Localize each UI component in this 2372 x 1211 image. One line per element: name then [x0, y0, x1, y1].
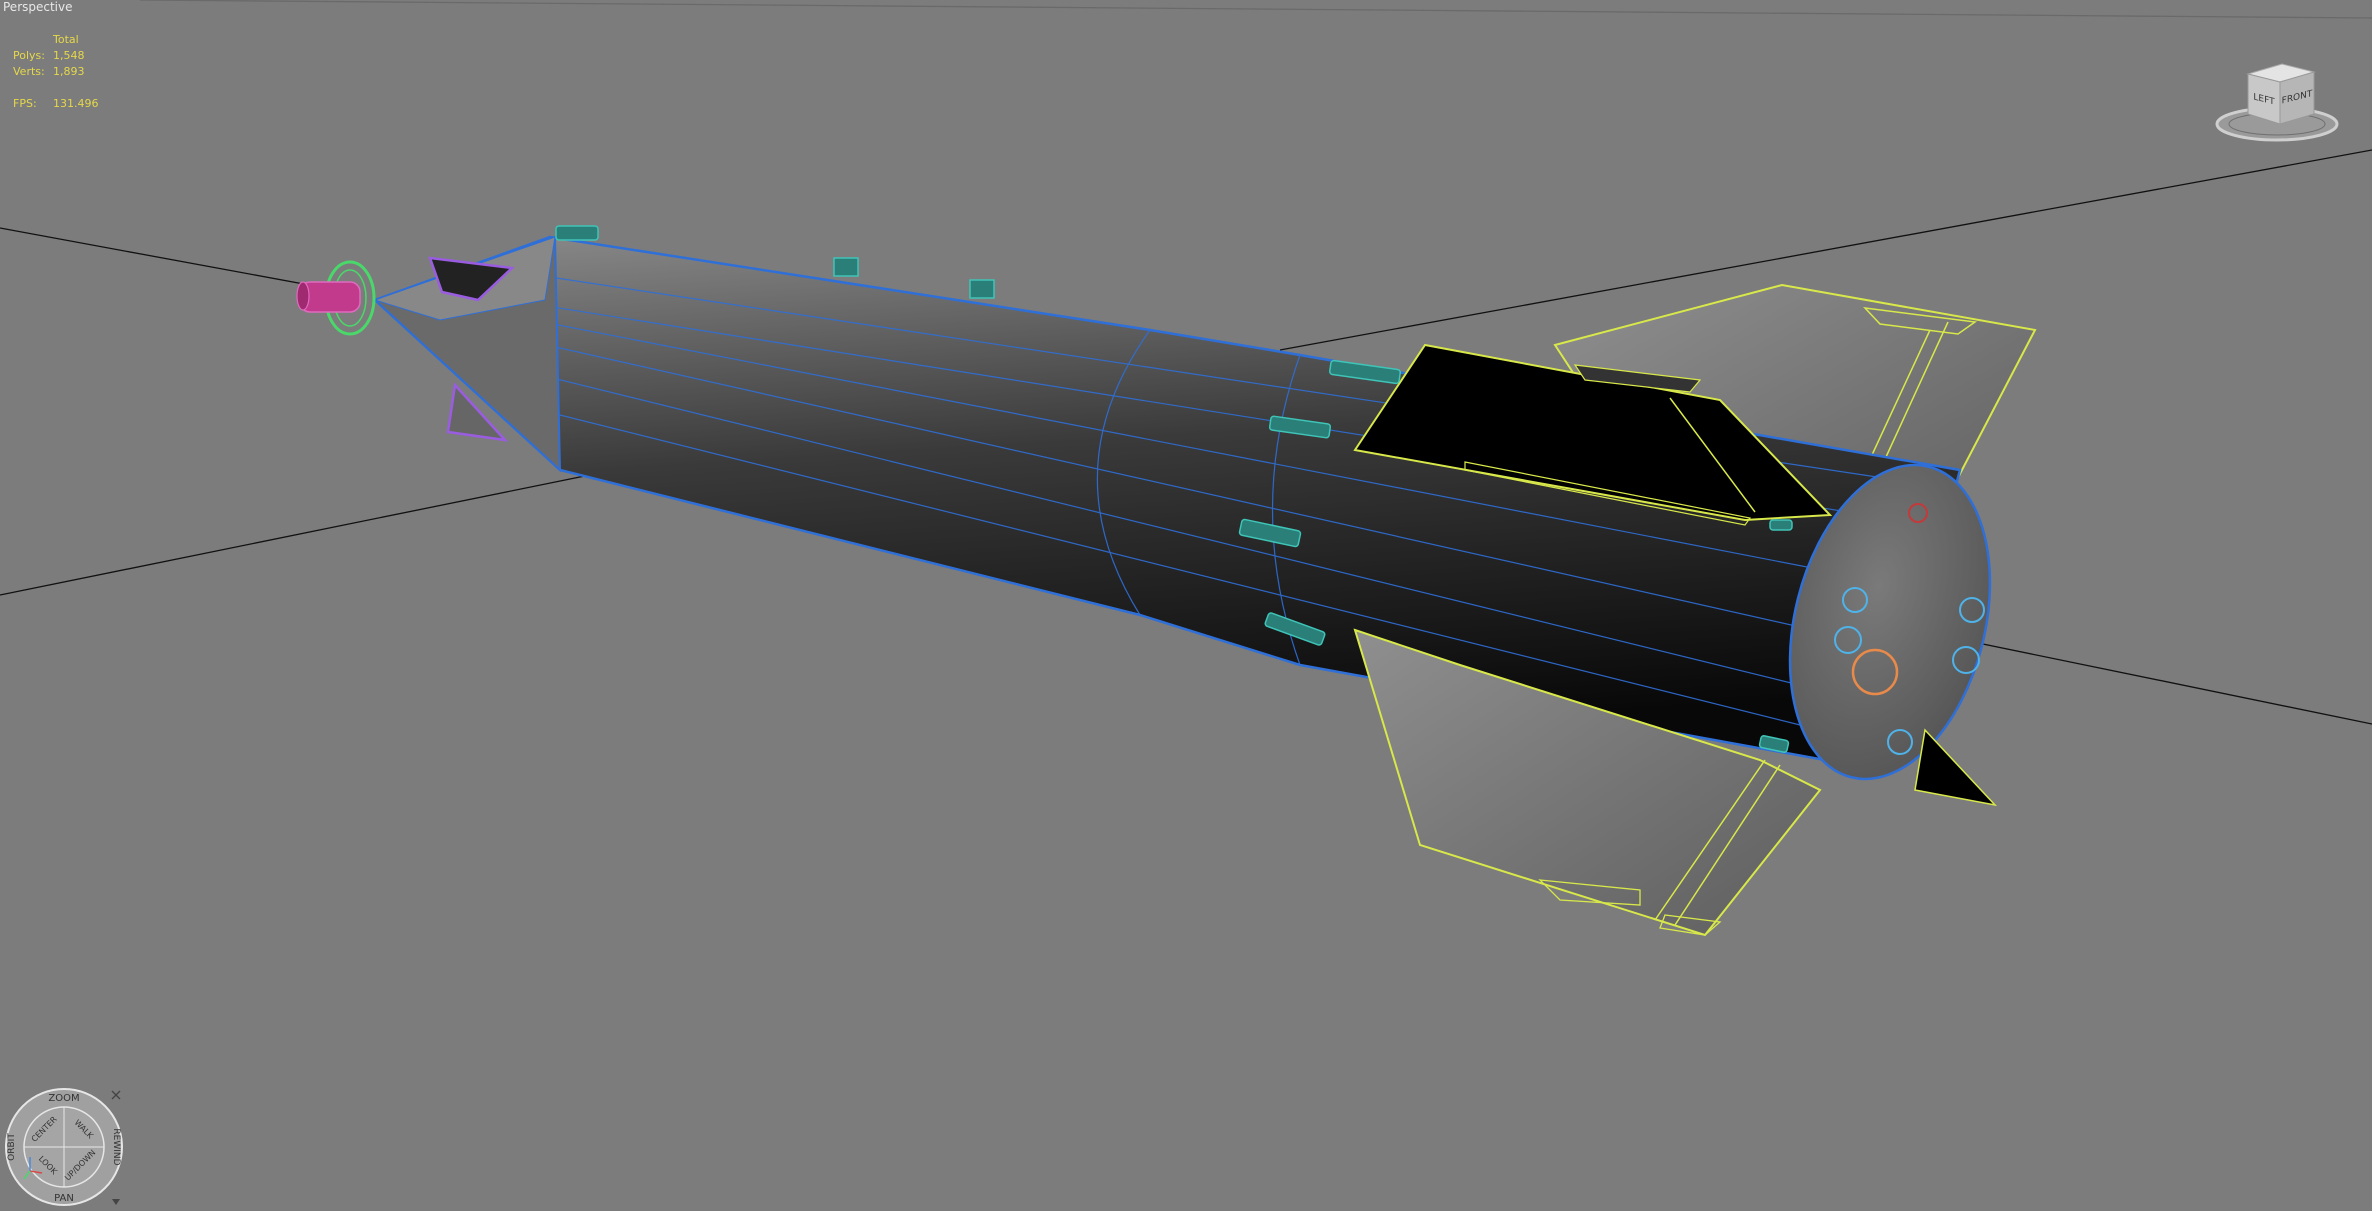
sw-pan[interactable]: PAN	[54, 1193, 74, 1204]
verts-label: Verts:	[13, 65, 45, 78]
sw-rewind[interactable]: REWIND	[111, 1128, 121, 1165]
verts-value: 1,893	[53, 65, 85, 78]
stats-header: Total	[53, 33, 79, 46]
sw-menu-arrow-icon[interactable]	[112, 1199, 120, 1205]
nose-probe[interactable]	[296, 260, 376, 336]
rear-fin-tab[interactable]	[1914, 728, 1998, 807]
sw-zoom[interactable]: ZOOM	[48, 1093, 79, 1104]
fps-label: FPS:	[13, 97, 37, 110]
statistics-overlay: Total Polys: 1,548 Verts: 1,893 FPS: 131.49…	[13, 32, 99, 112]
steering-wheel[interactable]: ZOOM PAN ORBIT REWIND CENTER WALK LOOK U…	[2, 1085, 126, 1209]
perspective-viewport[interactable]: Perspective Total Polys: 1,548 Verts: 1,89…	[0, 0, 2372, 1211]
sw-orbit[interactable]: ORBIT	[7, 1133, 17, 1161]
viewcube[interactable]: LEFT FRONT	[2212, 58, 2342, 148]
scene-canvas[interactable]	[0, 0, 2372, 1211]
fps-value: 131.496	[53, 97, 99, 110]
sw-close-icon[interactable]	[111, 1090, 121, 1100]
polys-label: Polys:	[13, 49, 45, 62]
polys-value: 1,548	[53, 49, 85, 62]
viewport-label[interactable]: Perspective	[3, 0, 73, 14]
